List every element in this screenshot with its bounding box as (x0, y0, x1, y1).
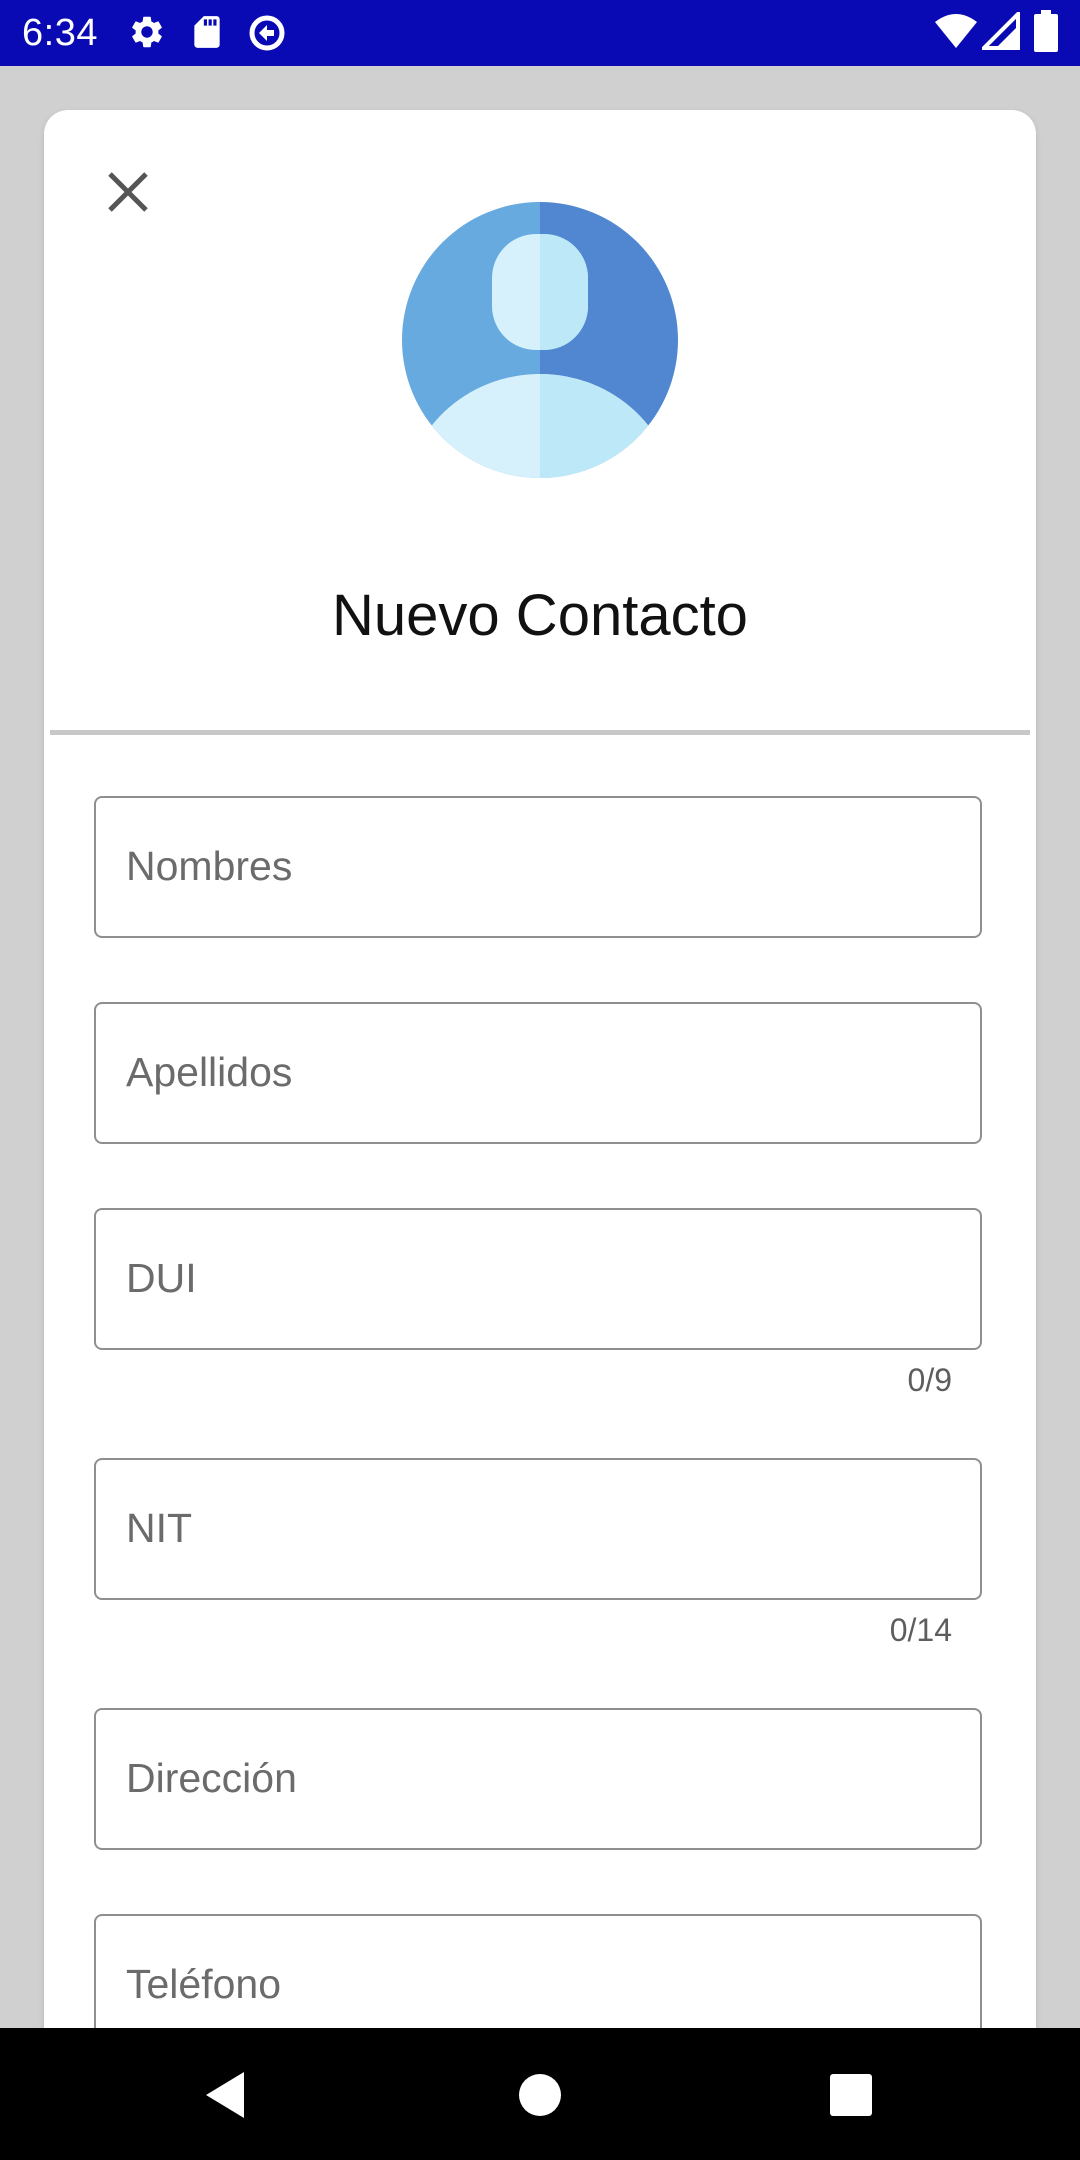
nombres-input[interactable] (126, 798, 946, 935)
direccion-field[interactable] (94, 1708, 982, 1850)
back-icon (204, 2070, 248, 2120)
wifi-icon (934, 12, 978, 50)
dui-char-counter: 0/9 (907, 1362, 952, 1398)
back-button[interactable] (204, 2070, 248, 2120)
close-icon (100, 164, 156, 220)
data-saver-icon (247, 13, 287, 53)
status-bar: 6:34 (0, 0, 1080, 66)
new-contact-dialog: Nuevo Contacto 0/9 0/14 (44, 110, 1036, 2100)
recents-icon (830, 2074, 872, 2116)
close-button[interactable] (100, 164, 156, 220)
nit-input[interactable] (126, 1460, 946, 1597)
direccion-input[interactable] (126, 1710, 946, 1847)
home-icon (518, 2073, 562, 2117)
battery-icon (1034, 10, 1058, 52)
home-button[interactable] (518, 2070, 562, 2117)
nit-field[interactable] (94, 1458, 982, 1600)
nit-char-counter: 0/14 (889, 1612, 952, 1648)
sd-card-icon (188, 13, 226, 51)
nombres-field[interactable] (94, 796, 982, 938)
recents-button[interactable] (830, 2070, 872, 2116)
cell-signal-icon (982, 12, 1020, 50)
person-avatar-icon (402, 202, 678, 478)
apellidos-input[interactable] (126, 1004, 946, 1141)
navigation-bar (0, 2028, 1080, 2160)
dui-field[interactable] (94, 1208, 982, 1350)
apellidos-field[interactable] (94, 1002, 982, 1144)
dialog-title: Nuevo Contacto (332, 583, 748, 648)
divider (50, 730, 1030, 735)
settings-icon (128, 13, 166, 51)
status-time: 6:34 (22, 12, 98, 54)
dui-input[interactable] (126, 1210, 946, 1347)
